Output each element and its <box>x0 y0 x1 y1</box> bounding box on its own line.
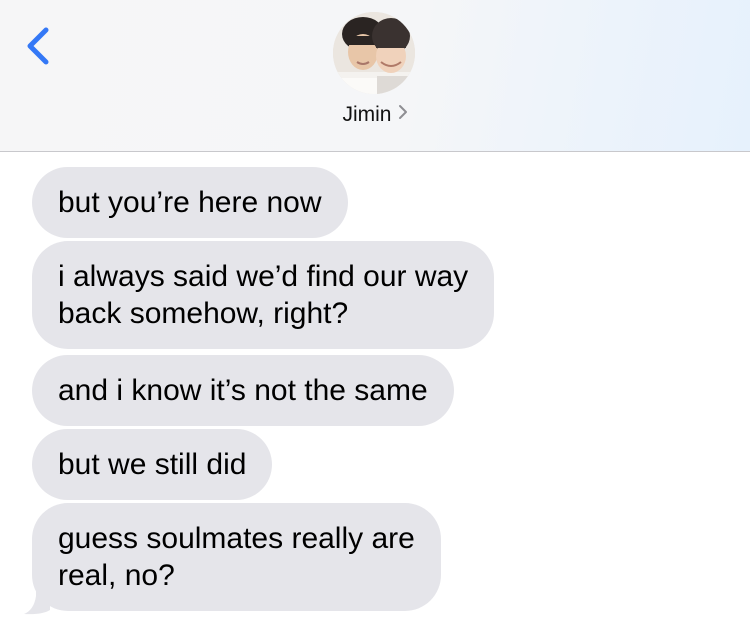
back-button[interactable] <box>22 24 58 68</box>
message-text-line: and i know it’s not the same <box>58 374 428 407</box>
message-text-line: but we still did <box>58 448 247 481</box>
message-text-line: i always said we’d find our way <box>58 260 469 293</box>
bubble-tail <box>24 580 50 615</box>
incoming-message-bubble[interactable]: but you’re here now <box>32 167 348 238</box>
incoming-message-bubble[interactable]: i always said we’d find our way back som… <box>32 241 495 349</box>
contact-name: Jimin <box>342 103 392 126</box>
avatar-photo <box>333 12 415 94</box>
conversation-header: Jimin <box>0 0 750 152</box>
message-text-line: real, no? <box>58 559 175 592</box>
chevron-left-icon <box>27 27 49 65</box>
chevron-right-icon <box>398 102 408 126</box>
incoming-message-bubble[interactable]: guess soulmates really are real, no? <box>32 503 441 611</box>
message-text-line: but you’re here now <box>58 186 322 219</box>
message-text-line: guess soulmates really are <box>58 522 415 555</box>
incoming-message-bubble[interactable]: but we still did <box>32 429 273 500</box>
message-thread: but you’re here now i always said we’d f… <box>0 152 750 625</box>
message-text-line: back somehow, right? <box>58 297 349 330</box>
incoming-message-bubble[interactable]: and i know it’s not the same <box>32 355 454 426</box>
avatar[interactable] <box>333 12 415 94</box>
contact-name-button[interactable]: Jimin <box>0 103 750 127</box>
